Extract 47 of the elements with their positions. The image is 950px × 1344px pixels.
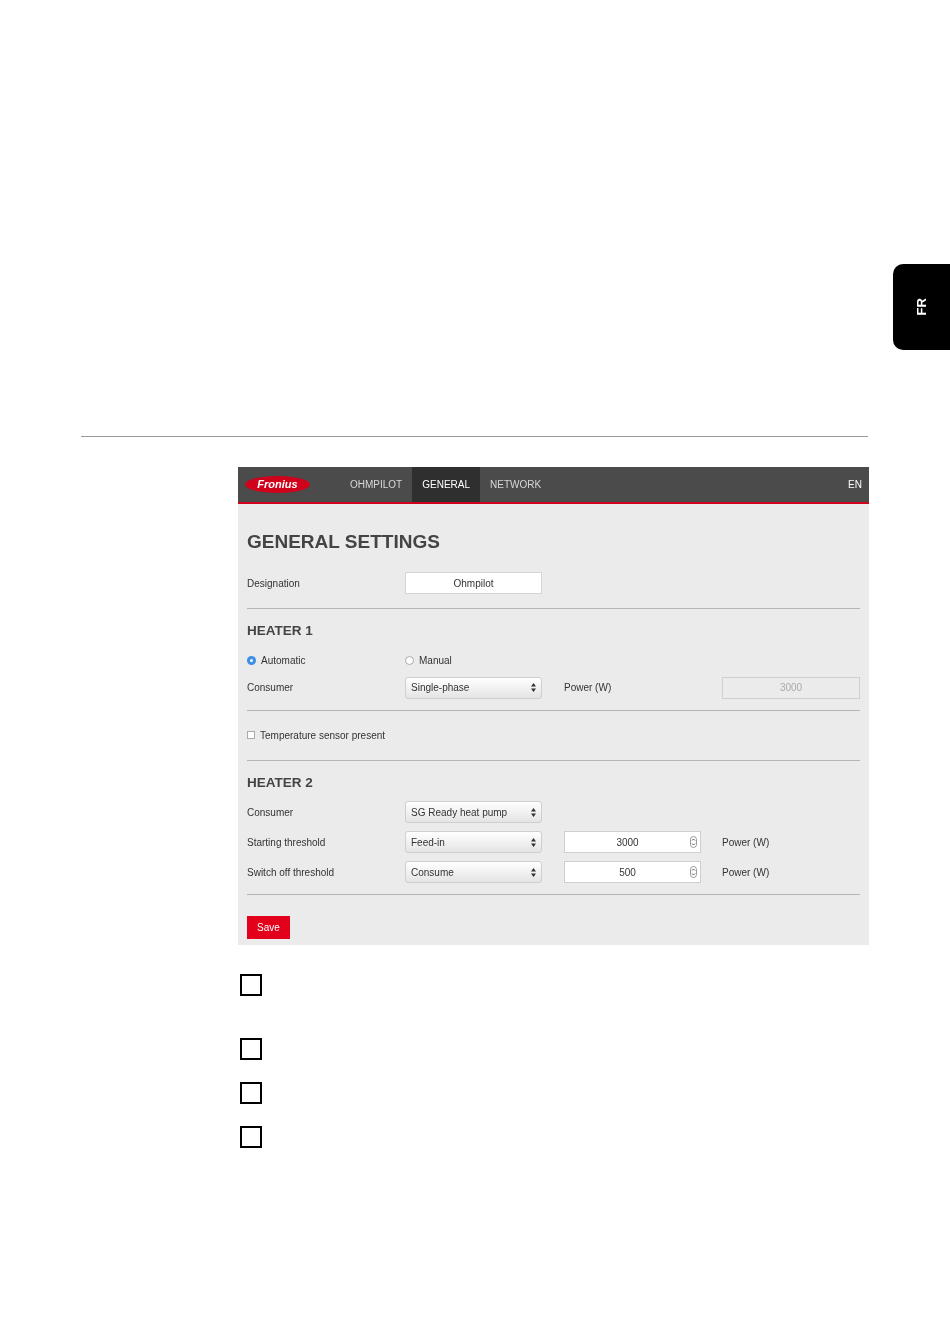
spinner-icon[interactable] bbox=[690, 836, 697, 848]
dropdown[interactable]: Consume bbox=[405, 861, 542, 883]
dropdown[interactable]: SG Ready heat pump bbox=[405, 801, 542, 823]
field-label: Manual bbox=[419, 653, 452, 668]
step-checkbox[interactable] bbox=[240, 1038, 262, 1060]
updown-arrows-icon bbox=[531, 807, 536, 817]
dropdown-value: Consume bbox=[411, 865, 454, 880]
section-title: HEATER 2 bbox=[247, 775, 314, 789]
field-value: 3000 bbox=[615, 835, 640, 850]
tab-label: FR bbox=[912, 298, 930, 316]
language-selector[interactable]: EN bbox=[848, 467, 869, 502]
number-field[interactable]: 500 bbox=[564, 861, 701, 883]
dropdown-value: SG Ready heat pump bbox=[411, 805, 508, 820]
field-label: Power (W) bbox=[564, 682, 612, 693]
dropdown[interactable]: Feed-in bbox=[405, 831, 542, 853]
logo-text: Fronius bbox=[257, 477, 298, 493]
nav-tab[interactable]: GENERAL bbox=[412, 467, 481, 502]
nav-tab[interactable]: NETWORK bbox=[480, 467, 552, 502]
field-label: Temperature sensor present bbox=[260, 728, 386, 743]
step-checkbox[interactable] bbox=[240, 1082, 262, 1104]
dropdown-value: Feed-in bbox=[411, 835, 445, 850]
dropdown-value: Single-phase bbox=[411, 681, 470, 695]
page-title: GENERAL SETTINGS bbox=[247, 532, 441, 551]
save-button[interactable]: Save bbox=[247, 916, 290, 939]
radio-button[interactable] bbox=[405, 655, 414, 665]
text-field[interactable]: Ohmpilot bbox=[405, 572, 542, 594]
dropdown[interactable]: Single-phase bbox=[405, 676, 542, 699]
updown-arrows-icon bbox=[531, 837, 536, 847]
checkbox[interactable] bbox=[247, 731, 255, 739]
field-label: Designation bbox=[247, 577, 300, 589]
field-label: Automatic bbox=[261, 653, 306, 668]
field-label: Starting threshold bbox=[247, 836, 326, 848]
field-label: Consumer bbox=[247, 682, 294, 693]
field-label: Power (W) bbox=[722, 866, 770, 878]
updown-arrows-icon bbox=[531, 683, 536, 692]
field-label: Switch off threshold bbox=[247, 866, 335, 878]
section-title: HEATER 1 bbox=[247, 624, 314, 638]
step-checkbox[interactable] bbox=[240, 1126, 262, 1148]
spinner-icon[interactable] bbox=[690, 866, 697, 878]
step-checkbox[interactable] bbox=[240, 974, 262, 996]
updown-arrows-icon bbox=[531, 867, 536, 877]
field-value: 500 bbox=[618, 865, 637, 880]
radio-button[interactable] bbox=[247, 655, 256, 665]
field-label: Consumer bbox=[247, 806, 294, 818]
number-field[interactable]: 3000 bbox=[564, 831, 701, 853]
field-label: Power (W) bbox=[722, 836, 770, 848]
nav-tab[interactable]: OHMPILOT bbox=[340, 467, 413, 502]
